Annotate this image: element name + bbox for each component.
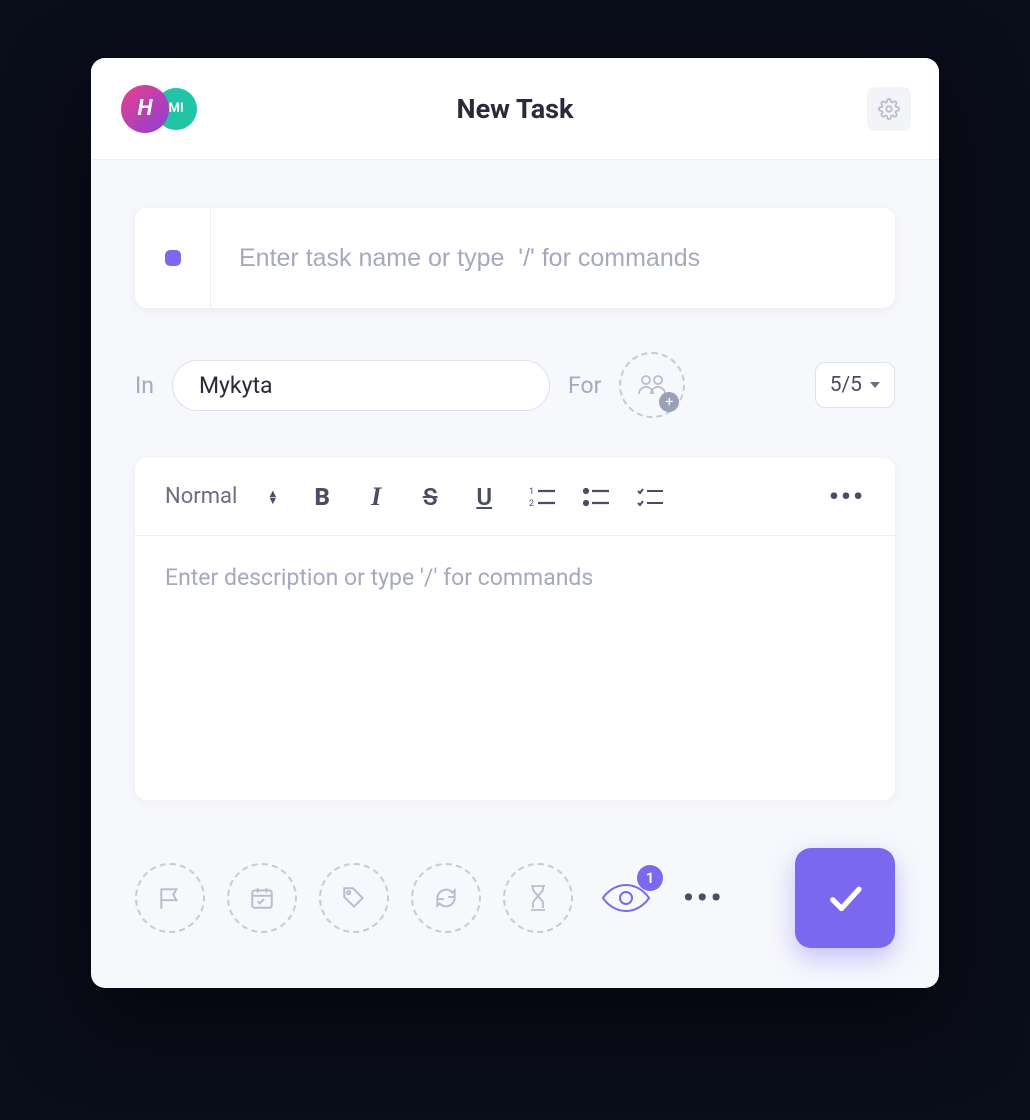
strikethrough-button[interactable]: S <box>416 483 444 511</box>
calendar-icon <box>249 885 275 911</box>
modal-header: H MI New Task <box>91 58 939 160</box>
modal-body: In Mykyta For + 5/5 Normal ▲▼ <box>91 160 939 988</box>
watchers-count-badge: 1 <box>637 865 663 891</box>
text-style-label: Normal <box>165 484 237 509</box>
description-input[interactable] <box>135 536 895 796</box>
modal-title: New Task <box>457 93 574 125</box>
bullet-list-icon <box>583 486 609 508</box>
status-selector[interactable] <box>135 208 211 308</box>
for-label: For <box>568 372 601 399</box>
meta-row: In Mykyta For + 5/5 <box>135 352 895 418</box>
count-label: 5/5 <box>830 373 862 397</box>
recurring-button[interactable] <box>411 863 481 933</box>
format-group: B I S U <box>308 483 498 511</box>
plus-icon: + <box>659 392 679 412</box>
watchers-button[interactable]: 1 <box>595 875 657 921</box>
create-task-button[interactable] <box>795 848 895 948</box>
task-name-input[interactable] <box>211 244 895 273</box>
in-label: In <box>135 372 154 399</box>
text-style-selector[interactable]: Normal ▲▼ <box>165 484 278 509</box>
avatar-group: H MI <box>121 85 197 133</box>
status-color-icon <box>165 250 181 266</box>
workspace-avatar[interactable]: H <box>121 85 169 133</box>
settings-button[interactable] <box>867 87 911 131</box>
new-task-modal: H MI New Task In Mykyta For + <box>91 58 939 988</box>
sort-icon: ▲▼ <box>267 490 278 504</box>
bold-button[interactable]: B <box>308 483 336 511</box>
underline-button[interactable]: U <box>470 483 498 511</box>
check-icon <box>824 877 866 919</box>
svg-text:1: 1 <box>529 487 534 497</box>
location-selector[interactable]: Mykyta <box>172 360 550 411</box>
italic-button[interactable]: I <box>362 483 390 511</box>
flag-icon <box>157 885 183 911</box>
assignee-selector[interactable]: + <box>619 352 685 418</box>
priority-button[interactable] <box>135 863 205 933</box>
tag-icon <box>341 885 367 911</box>
svg-text:2: 2 <box>529 499 534 508</box>
checklist-icon <box>637 486 663 508</box>
bullet-list-button[interactable] <box>582 483 610 511</box>
gear-icon <box>878 98 900 120</box>
list-group: 12 <box>528 483 664 511</box>
footer-more-button[interactable]: ••• <box>683 881 724 916</box>
ordered-list-button[interactable]: 12 <box>528 483 556 511</box>
description-box: Normal ▲▼ B I S U 12 <box>135 458 895 800</box>
hourglass-icon <box>528 884 548 912</box>
subtask-count-selector[interactable]: 5/5 <box>815 362 895 408</box>
checklist-button[interactable] <box>636 483 664 511</box>
ordered-list-icon: 12 <box>529 486 555 508</box>
task-name-row <box>135 208 895 308</box>
time-estimate-button[interactable] <box>503 863 573 933</box>
caret-down-icon <box>870 382 880 388</box>
due-date-button[interactable] <box>227 863 297 933</box>
tags-button[interactable] <box>319 863 389 933</box>
toolbar-more-button[interactable]: ••• <box>829 480 865 513</box>
editor-toolbar: Normal ▲▼ B I S U 12 <box>135 458 895 536</box>
footer-row: 1 ••• <box>135 848 895 948</box>
refresh-icon <box>433 885 459 911</box>
